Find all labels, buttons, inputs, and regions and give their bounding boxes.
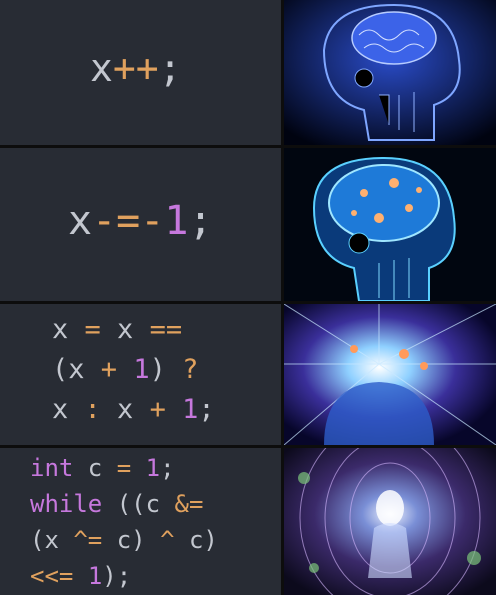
code-token: == (149, 314, 183, 345)
code-line: (x ^= c) ^ c) (30, 522, 218, 558)
code-token: x (52, 394, 85, 425)
cosmic-brain-icon (284, 304, 496, 445)
code-token: 1 (182, 394, 199, 425)
code-token: x (100, 394, 150, 425)
galaxy-being-icon (284, 448, 496, 595)
code-line: (x + 1) ? (52, 350, 215, 390)
code-token: ; (188, 198, 213, 244)
code-panel-3: x = x == (x + 1) ? x : x + 1; (0, 304, 281, 445)
code-token: ; (158, 46, 182, 90)
code-token: 1 (164, 198, 189, 244)
code-token: ((c (102, 490, 175, 518)
brain-xray-icon (284, 0, 496, 145)
code-token: : (84, 394, 101, 425)
code-token: = (84, 314, 101, 345)
code-token: c) (102, 526, 161, 554)
code-token: ) (149, 354, 183, 385)
code-token: + (149, 394, 166, 425)
code-token: ^ (160, 526, 175, 554)
code-token: (x (30, 526, 74, 554)
code-token: -=- (92, 198, 165, 244)
code-token: ^= (73, 526, 103, 554)
code-token: c (73, 454, 117, 482)
code-panel-1: x++; (0, 0, 281, 145)
code-token: ; (160, 454, 175, 482)
code-line: int c = 1; (30, 450, 218, 486)
code-snippet-3: x = x == (x + 1) ? x : x + 1; (52, 310, 215, 430)
glowing-brain-icon (284, 148, 496, 301)
code-token: c) (174, 526, 218, 554)
code-panel-4: int c = 1; while ((c &= (x ^= c) ^ c) <<= 1… (0, 448, 281, 595)
code-token: 1 (87, 562, 103, 590)
code-snippet-2: x-=-1; (68, 198, 213, 244)
code-token: 1 (133, 354, 150, 385)
code-line: x : x + 1; (52, 390, 215, 430)
code-token: (x (52, 354, 101, 385)
code-token: while (30, 490, 103, 518)
code-snippet-4: int c = 1; while ((c &= (x ^= c) ^ c) <<= 1… (30, 450, 218, 594)
code-line: while ((c &= (30, 486, 218, 522)
code-token: ? (182, 354, 199, 385)
code-panel-2: x-=-1; (0, 148, 281, 301)
code-line: x = x == (52, 310, 215, 350)
code-token: &= (174, 490, 204, 518)
code-token: <<= (30, 562, 74, 590)
code-token: = (116, 454, 132, 482)
code-token: int (30, 454, 74, 482)
code-token: ; (198, 394, 215, 425)
code-line: <<= 1); (30, 558, 218, 594)
code-token: ); (102, 562, 132, 590)
code-token: ++ (112, 46, 159, 90)
code-token: x (68, 198, 93, 244)
code-token: x (90, 46, 113, 90)
code-token: x (100, 314, 150, 345)
code-token: x (52, 314, 85, 345)
code-snippet-1: x++; (90, 46, 182, 90)
code-token: 1 (145, 454, 161, 482)
code-token: + (100, 354, 118, 385)
